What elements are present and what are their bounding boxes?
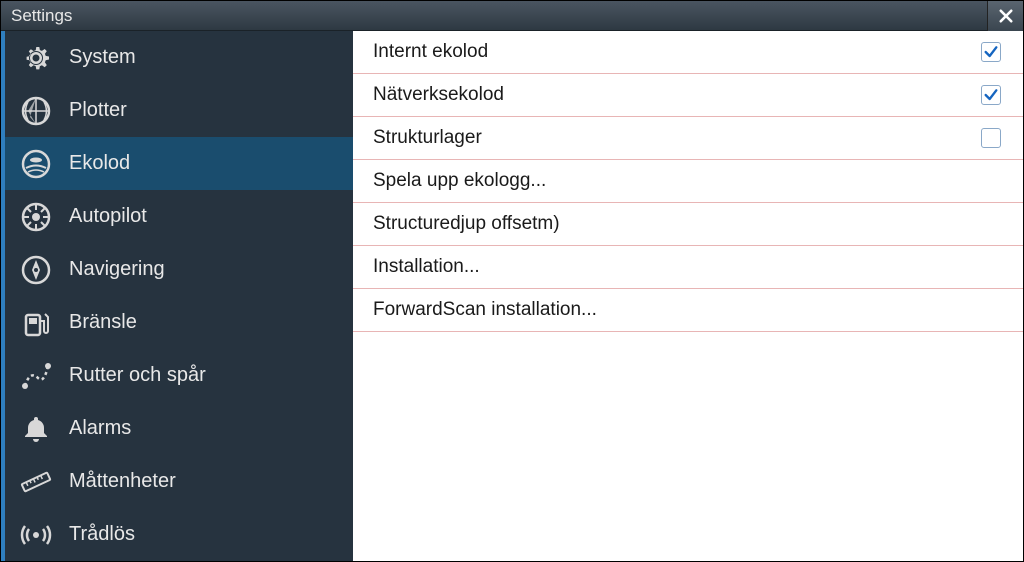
wireless-icon [19,518,53,552]
sidebar-item-label: System [69,46,136,69]
row-label: Structuredjup offsetm) [373,213,560,235]
row-label: Nätverksekolod [373,84,504,106]
row-forwardscan-installation[interactable]: ForwardScan installation... [353,289,1023,332]
sidebar-item-system[interactable]: System [5,31,353,84]
sonar-icon [19,147,53,181]
window-body: System Plotter [1,31,1023,561]
checkbox-natverksekolod[interactable] [981,85,1001,105]
sidebar-item-label: Trådlös [69,523,135,546]
sidebar-item-bransle[interactable]: Bränsle [5,296,353,349]
sidebar-item-label: Rutter och spår [69,364,206,387]
row-label: Internt ekolod [373,41,488,63]
sidebar-item-plotter[interactable]: Plotter [5,84,353,137]
check-icon [983,44,999,60]
titlebar: Settings [1,1,1023,31]
close-icon [997,7,1015,25]
sidebar-item-rutter[interactable]: Rutter och spår [5,349,353,402]
route-icon [19,359,53,393]
sidebar-item-tradlos[interactable]: Trådlös [5,508,353,561]
row-label: Installation... [373,256,480,278]
gear-icon [19,41,53,75]
sidebar: System Plotter [1,31,353,561]
settings-window: Settings System [0,0,1024,562]
check-icon [983,87,999,103]
row-internt-ekolod[interactable]: Internt ekolod [353,31,1023,74]
checkbox-strukturlager[interactable] [981,128,1001,148]
row-installation[interactable]: Installation... [353,246,1023,289]
fuel-icon [19,306,53,340]
sidebar-item-label: Autopilot [69,205,147,228]
sidebar-item-label: Bränsle [69,311,137,334]
ruler-icon [19,465,53,499]
sidebar-item-label: Navigering [69,258,165,281]
sidebar-item-label: Plotter [69,99,127,122]
close-button[interactable] [987,1,1023,31]
wheel-icon [19,200,53,234]
sidebar-item-label: Alarms [69,417,131,440]
globe-icon [19,94,53,128]
sidebar-item-mattenheter[interactable]: Måttenheter [5,455,353,508]
checkbox-internt-ekolod[interactable] [981,42,1001,62]
bell-icon [19,412,53,446]
row-spela-upp-ekologg[interactable]: Spela upp ekologg... [353,160,1023,203]
row-label: Spela upp ekologg... [373,170,546,192]
sidebar-item-navigering[interactable]: Navigering [5,243,353,296]
sidebar-item-label: Måttenheter [69,470,176,493]
sidebar-item-ekolod[interactable]: Ekolod [5,137,353,190]
row-label: ForwardScan installation... [373,299,597,321]
window-title: Settings [11,6,72,26]
sidebar-item-alarms[interactable]: Alarms [5,402,353,455]
sidebar-item-label: Ekolod [69,152,130,175]
row-strukturlager[interactable]: Strukturlager [353,117,1023,160]
sidebar-item-autopilot[interactable]: Autopilot [5,190,353,243]
content-panel: Internt ekolod Nätverksekolod Strukt [353,31,1023,561]
row-label: Strukturlager [373,127,482,149]
row-natverksekolod[interactable]: Nätverksekolod [353,74,1023,117]
compass-icon [19,253,53,287]
row-structuredjup-offset[interactable]: Structuredjup offsetm) [353,203,1023,246]
